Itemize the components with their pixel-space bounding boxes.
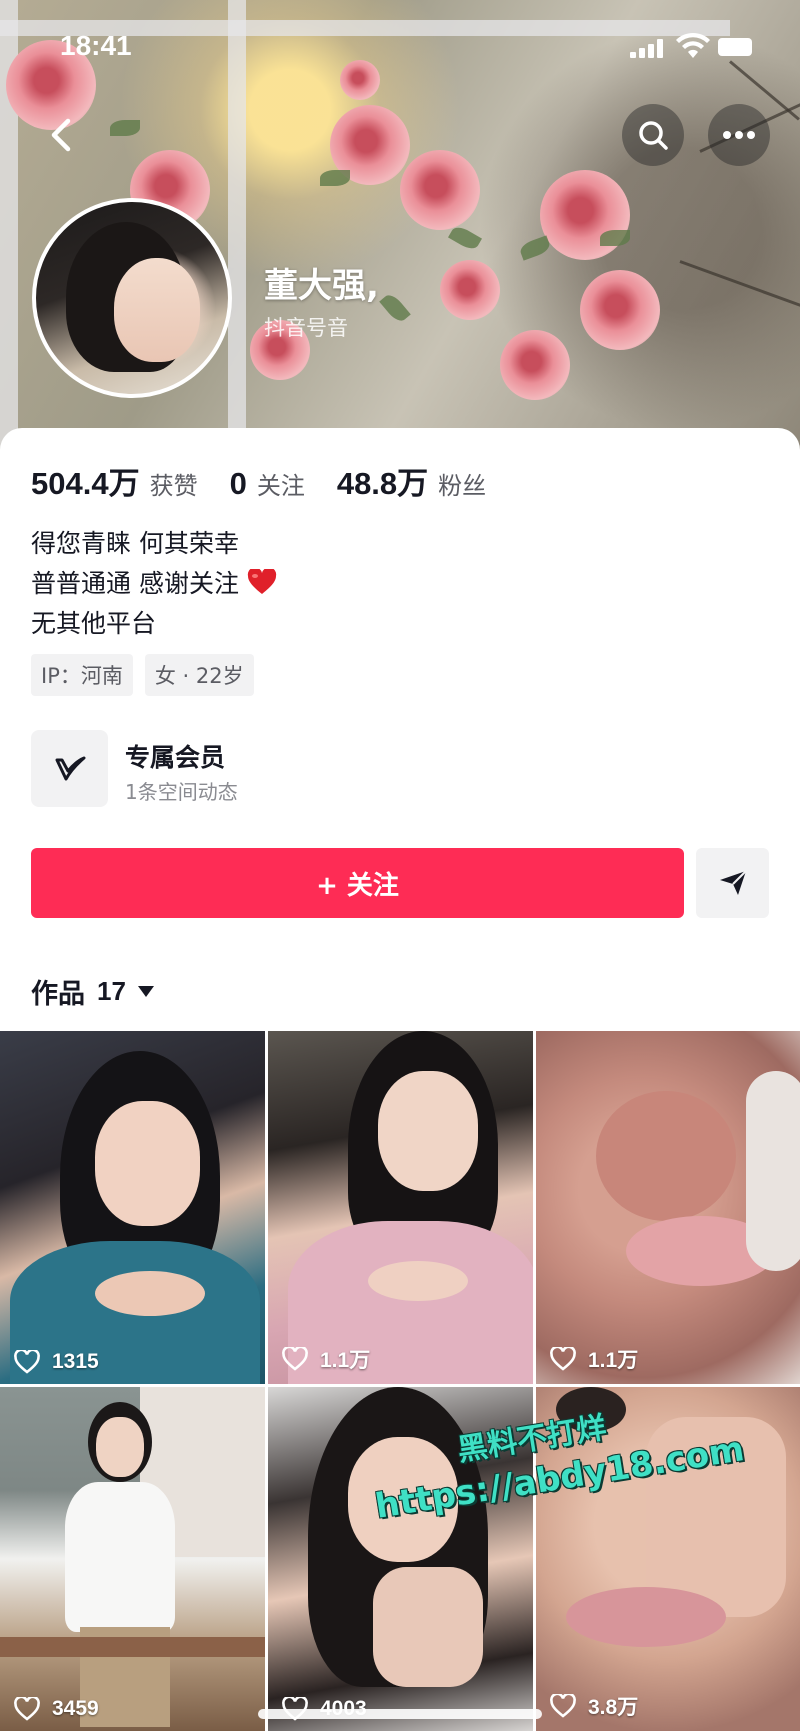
status-time: 18:41 (60, 30, 132, 61)
like-count-value: 1.1万 (588, 1349, 639, 1372)
wifi-icon (676, 32, 710, 58)
like-count-value: 3459 (52, 1697, 99, 1720)
like-count: 3459 (14, 1697, 99, 1721)
more-button[interactable] (708, 104, 770, 166)
bio-line-2: 普普通通 感谢关注 (31, 564, 277, 604)
profile-bio: 得您青睐 何其荣幸 普普通通 感谢关注 无其他平台 (31, 524, 277, 644)
heart-outline-icon (14, 1350, 40, 1374)
home-indicator[interactable] (258, 1709, 542, 1719)
caret-down-icon (137, 986, 154, 997)
like-count-value: 3.8万 (588, 1696, 639, 1719)
like-count-value: 1315 (52, 1350, 99, 1373)
avatar[interactable] (32, 198, 232, 398)
works-tab[interactable]: 作品 17 (31, 972, 154, 1011)
stat-label: 粉丝 (438, 472, 487, 500)
stat-label: 获赞 (149, 472, 198, 500)
bio-line: 得您青睐 何其荣幸 (31, 529, 239, 558)
follow-button[interactable]: + 关注 (31, 848, 684, 918)
member-icon (31, 730, 108, 807)
heart-outline-icon (14, 1697, 40, 1721)
douyin-id[interactable]: 抖音号音 (264, 312, 348, 342)
cellular-signal-icon (630, 38, 664, 58)
more-dots-icon (723, 131, 755, 139)
search-icon (639, 121, 668, 150)
stat-value: 0 (229, 466, 247, 501)
stat-value: 48.8万 (336, 466, 429, 501)
member-subtitle: 1条空间动态 (125, 780, 238, 804)
video-tile[interactable]: 1.1万 (268, 1031, 533, 1384)
video-tile[interactable]: 3459 (0, 1387, 265, 1731)
send-message-button[interactable] (696, 848, 769, 918)
status-bar: 18:41 (0, 0, 800, 96)
video-grid: 1315 1.1万 1.1万 3459 3.8万 (0, 1031, 800, 1731)
member-v-icon (55, 756, 85, 780)
stat-followers[interactable]: 48.8万 粉丝 (337, 458, 486, 503)
like-count-value: 1.1万 (320, 1349, 371, 1372)
works-label: 作品 (31, 979, 85, 1010)
stat-value: 504.4万 (31, 466, 140, 501)
search-button[interactable] (622, 104, 684, 166)
stat-label: 关注 (256, 472, 305, 500)
stat-following[interactable]: 0 关注 (230, 466, 305, 502)
back-button[interactable] (36, 110, 86, 160)
stat-likes[interactable]: 504.4万 获赞 (31, 458, 198, 503)
bio-line: 普普通通 感谢关注 (31, 569, 239, 598)
heart-outline-icon (550, 1347, 576, 1371)
like-count: 1315 (14, 1350, 99, 1374)
like-count: 3.8万 (550, 1691, 638, 1721)
works-count: 17 (97, 976, 126, 1006)
like-count: 1.1万 (282, 1344, 370, 1374)
video-tile[interactable]: 1.1万 (536, 1031, 800, 1384)
chevron-left-icon (51, 118, 71, 152)
exclusive-member-entry[interactable]: 专属会员 1条空间动态 (31, 730, 431, 808)
send-icon (719, 870, 747, 895)
video-tile[interactable]: 1315 (0, 1031, 265, 1384)
heart-icon (247, 569, 277, 594)
bio-line: 无其他平台 (31, 609, 157, 638)
profile-card: 504.4万 获赞 0 关注 48.8万 粉丝 得您青睐 何其荣幸 普普通通 感… (0, 428, 800, 1031)
heart-outline-icon (282, 1347, 308, 1371)
like-count: 1.1万 (550, 1344, 638, 1374)
gender-age-tag: 女 · 22岁 (144, 654, 254, 696)
profile-tags: IP：河南 女 · 22岁 (31, 654, 266, 696)
member-title: 专属会员 (125, 743, 226, 772)
profile-stats: 504.4万 获赞 0 关注 48.8万 粉丝 (31, 458, 518, 503)
ip-location-tag: IP：河南 (31, 654, 133, 696)
heart-outline-icon (550, 1694, 576, 1718)
battery-icon (718, 38, 752, 56)
profile-nickname: 董大强, (264, 266, 379, 306)
